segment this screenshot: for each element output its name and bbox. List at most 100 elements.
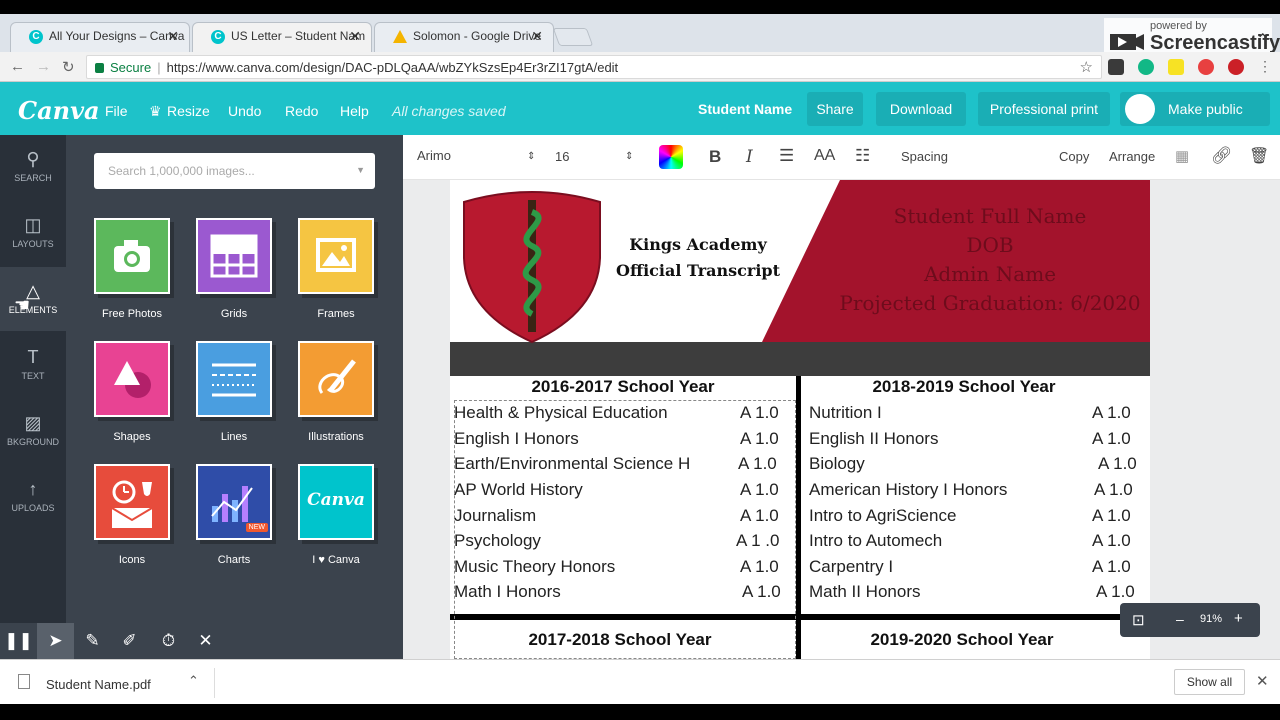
extension-icon-2[interactable]: [1138, 59, 1154, 75]
sidebar-item-elements[interactable]: △ ELEMENTS: [0, 267, 66, 331]
design-name[interactable]: Student Name: [698, 101, 792, 117]
file-menu[interactable]: File: [105, 103, 128, 119]
share-button[interactable]: Share: [807, 92, 863, 126]
back-icon[interactable]: ←: [10, 58, 25, 75]
year-title-2017[interactable]: 2017-2018 School Year: [450, 630, 790, 650]
font-family-select[interactable]: Arimo: [417, 148, 451, 163]
course-grade[interactable]: A 1.0: [1092, 403, 1131, 423]
transparency-icon[interactable]: ▦: [1175, 147, 1189, 165]
course-name[interactable]: Biology: [809, 454, 865, 474]
spacing-button[interactable]: Spacing: [901, 149, 948, 164]
reload-icon[interactable]: ↻: [62, 58, 75, 76]
course-grade[interactable]: A 1.0: [1092, 506, 1131, 526]
document-page[interactable]: Kings Academy Official Transcript Studen…: [450, 180, 1150, 659]
image-search-input[interactable]: Search 1,000,000 images... ▼: [94, 153, 375, 189]
list-icon[interactable]: ☷: [855, 146, 870, 166]
trash-icon[interactable]: 🗑︎: [1249, 146, 1269, 166]
text-color-swatch[interactable]: [659, 145, 683, 169]
course-grade[interactable]: A 1.0: [1096, 582, 1135, 602]
font-size-select[interactable]: 16: [555, 149, 569, 164]
download-button[interactable]: Download: [876, 92, 966, 126]
course-grade[interactable]: A 1.0: [740, 429, 779, 449]
i-love-canva-tile[interactable]: Canva: [298, 464, 374, 540]
course-name[interactable]: Music Theory Honors: [454, 557, 615, 577]
forward-icon[interactable]: →: [36, 58, 51, 75]
size-chevron-icon[interactable]: ⇕: [625, 151, 633, 162]
course-grade[interactable]: A 1.0: [740, 403, 779, 423]
pause-icon[interactable]: ❚❚: [0, 623, 37, 659]
show-all-button[interactable]: Show all: [1174, 669, 1245, 695]
sidebar-item-uploads[interactable]: ↑ UPLOADS: [0, 465, 66, 529]
redo-button[interactable]: Redo: [285, 103, 318, 119]
tab-google-drive[interactable]: Solomon - Google Drive ✕: [374, 22, 554, 52]
course-grade[interactable]: A 1.0: [1098, 454, 1137, 474]
course-name[interactable]: Math I Honors: [454, 582, 561, 602]
browser-menu-icon[interactable]: ⋮: [1258, 58, 1272, 75]
sidebar-item-text[interactable]: T TEXT: [0, 333, 66, 397]
new-tab-button[interactable]: [552, 28, 594, 46]
italic-button[interactable]: I: [746, 147, 753, 167]
course-name[interactable]: Earth/Environmental Science H: [454, 454, 690, 474]
course-name[interactable]: Carpentry I: [809, 557, 893, 577]
course-grade[interactable]: A 1.0: [740, 557, 779, 577]
fit-screen-icon[interactable]: ⊡: [1132, 611, 1145, 629]
zoom-in-button[interactable]: +: [1234, 610, 1243, 627]
professional-print-button[interactable]: Professional print: [978, 92, 1110, 126]
close-icon[interactable]: ✕: [187, 623, 224, 659]
tab-close-icon[interactable]: ✕: [349, 28, 361, 45]
course-name[interactable]: Nutrition I: [809, 403, 882, 423]
frames-tile[interactable]: [298, 218, 374, 294]
course-name[interactable]: Health & Physical Education: [454, 403, 668, 423]
chevron-down-icon[interactable]: ▼: [356, 165, 365, 175]
align-left-icon[interactable]: ☰: [779, 146, 794, 166]
course-name[interactable]: American History I Honors: [809, 480, 1007, 500]
course-name[interactable]: English II Honors: [809, 429, 938, 449]
tab-student-name[interactable]: C US Letter – Student Nam ✕: [192, 22, 372, 52]
course-name[interactable]: Intro to AgriScience: [809, 506, 956, 526]
year-title-2016[interactable]: 2016-2017 School Year: [450, 377, 796, 397]
course-name[interactable]: Math II Honors: [809, 582, 921, 602]
extension-icon-1[interactable]: [1108, 59, 1124, 75]
case-button[interactable]: AA: [814, 147, 835, 165]
timer-icon[interactable]: ⏱: [150, 623, 187, 659]
extension-icon-4[interactable]: [1198, 59, 1214, 75]
sidebar-item-background[interactable]: ▨ BKGROUND: [0, 399, 66, 463]
course-grade[interactable]: A 1 .0: [736, 531, 779, 551]
download-file-name[interactable]: Student Name.pdf: [46, 677, 151, 692]
minimize-icon[interactable]: ⌃: [1256, 30, 1269, 50]
course-grade[interactable]: A 1.0: [740, 506, 779, 526]
bookmark-star-icon[interactable]: ☆: [1080, 58, 1093, 76]
free-photos-tile[interactable]: [94, 218, 170, 294]
course-name[interactable]: English I Honors: [454, 429, 579, 449]
bold-button[interactable]: B: [709, 147, 721, 167]
course-grade[interactable]: A 1.0: [738, 454, 777, 474]
shapes-tile[interactable]: [94, 341, 170, 417]
course-name[interactable]: Journalism: [454, 506, 536, 526]
highlighter-icon[interactable]: ✐: [111, 623, 148, 659]
course-grade[interactable]: A 1.0: [742, 582, 781, 602]
copy-button[interactable]: Copy: [1059, 149, 1089, 164]
student-info-block[interactable]: Student Full Name DOB Admin Name Project…: [830, 202, 1150, 318]
sidebar-item-layouts[interactable]: ◫ LAYOUTS: [0, 201, 66, 265]
undo-button[interactable]: Undo: [228, 103, 261, 119]
course-name[interactable]: Intro to Automech: [809, 531, 942, 551]
course-grade[interactable]: A 1.0: [1092, 429, 1131, 449]
tab-close-icon[interactable]: ✕: [167, 28, 179, 45]
close-downloads-icon[interactable]: ✕: [1256, 672, 1269, 690]
extension-icon-3[interactable]: [1168, 59, 1184, 75]
help-menu[interactable]: Help: [340, 103, 369, 119]
charts-tile[interactable]: NEW: [196, 464, 272, 540]
url-input[interactable]: Secure | https://www.canva.com/design/DAC-…: [86, 55, 1102, 79]
font-chevron-icon[interactable]: ⇕: [527, 151, 535, 162]
year-title-2019[interactable]: 2019-2020 School Year: [804, 630, 1150, 650]
course-name[interactable]: Psychology: [454, 531, 541, 551]
link-icon[interactable]: 🔗︎: [1211, 146, 1233, 166]
illustrations-tile[interactable]: [298, 341, 374, 417]
resize-button[interactable]: Resize: [167, 103, 210, 119]
tab-close-icon[interactable]: ✕: [531, 28, 543, 45]
course-name[interactable]: AP World History: [454, 480, 583, 500]
course-grade[interactable]: A 1.0: [1094, 480, 1133, 500]
canva-logo[interactable]: Canva: [18, 96, 100, 125]
pinterest-icon[interactable]: [1228, 59, 1244, 75]
zoom-out-button[interactable]: –: [1176, 611, 1184, 627]
